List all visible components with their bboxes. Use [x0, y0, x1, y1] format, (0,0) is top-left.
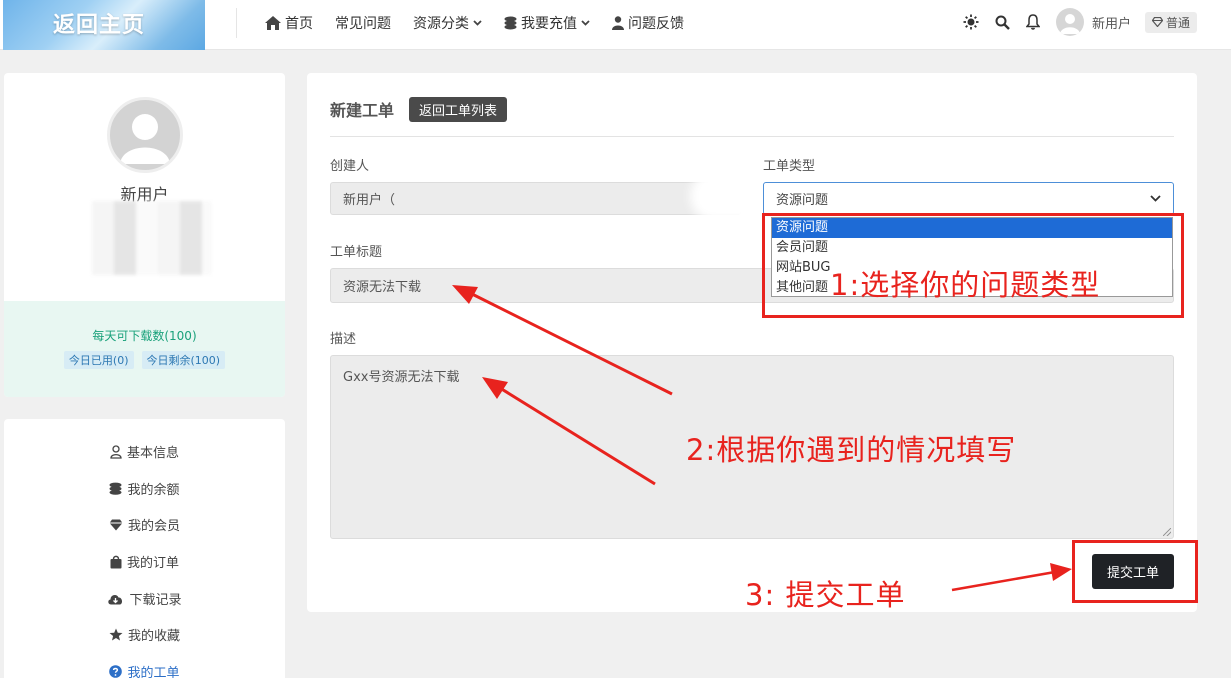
- question-circle-icon: [109, 665, 123, 678]
- cloud-download-icon: [108, 594, 123, 604]
- nav-faq-label: 常见问题: [335, 16, 391, 32]
- quota-remaining-badge: 今日剩余(100): [141, 351, 226, 369]
- nav-feedback-label: 问题反馈: [628, 16, 684, 32]
- nav-faq[interactable]: 常见问题: [335, 13, 391, 33]
- annotation-box-submit: [1072, 540, 1198, 603]
- creator-value: 新用户（: [343, 193, 396, 208]
- avatar[interactable]: [107, 97, 183, 173]
- nav-divider: [236, 8, 237, 38]
- top-nav: 返回主页 首页 常见问题 资源分类 我要充值 问题反馈 新用户 普通: [0, 0, 1231, 50]
- menu-label: 基本信息: [126, 446, 179, 461]
- user-menu: 基本信息 我的余额 我的会员 我的订单 下载记录 我的收藏 我的工单: [4, 419, 285, 678]
- profile-card: 新用户 每天可下载数(100) 今日已用(0) 今日剩余(100): [4, 73, 285, 397]
- quota-daily: 每天可下载数(100): [92, 329, 197, 343]
- main-nav: 首页 常见问题 资源分类 我要充值 问题反馈: [265, 0, 684, 46]
- annotation-step3: 3: 提交工单: [745, 578, 906, 612]
- resize-handle[interactable]: [1163, 528, 1171, 536]
- ticket-type-select[interactable]: 资源问题: [763, 182, 1174, 215]
- menu-item-membership[interactable]: 我的会员: [4, 515, 285, 534]
- ticket-type-label: 工单类型: [763, 159, 816, 174]
- nav-right: 新用户 普通: [963, 0, 1197, 44]
- menu-item-basic-info[interactable]: 基本信息: [4, 442, 285, 461]
- menu-item-downloads[interactable]: 下载记录: [4, 589, 285, 608]
- theme-toggle-icon[interactable]: [963, 14, 980, 31]
- nav-categories[interactable]: 资源分类: [413, 13, 482, 33]
- description-label: 描述: [330, 332, 357, 347]
- avatar[interactable]: [1055, 8, 1084, 36]
- vip-badge: 普通: [1144, 11, 1197, 33]
- redacted-info: [92, 201, 212, 275]
- menu-label: 我的余额: [127, 483, 180, 498]
- chevron-down-icon: [1150, 195, 1161, 202]
- ticket-type-value: 资源问题: [776, 193, 829, 208]
- vip-label: 普通: [1165, 15, 1190, 30]
- user-icon: [612, 16, 624, 30]
- subject-value: 资源无法下载: [343, 280, 422, 295]
- nav-feedback[interactable]: 问题反馈: [612, 13, 684, 33]
- chevron-down-icon: [473, 20, 482, 26]
- nav-username[interactable]: 新用户: [1092, 13, 1131, 32]
- coins-icon: [504, 16, 517, 30]
- user-outline-icon: [110, 444, 122, 459]
- menu-label: 我的收藏: [127, 629, 180, 644]
- nav-home-label: 首页: [285, 16, 313, 32]
- back-to-ticket-list-button[interactable]: 返回工单列表: [409, 97, 508, 122]
- menu-item-balance[interactable]: 我的余额: [4, 479, 285, 498]
- annotation-step1: 1:选择你的问题类型: [830, 268, 1101, 302]
- creator-label: 创建人: [330, 159, 370, 174]
- nav-home[interactable]: 首页: [265, 13, 313, 33]
- menu-label: 我的工单: [127, 666, 180, 678]
- quota-used-badge: 今日已用(0): [63, 351, 134, 369]
- menu-label: 我的会员: [127, 519, 180, 534]
- nav-recharge-label: 我要充值: [521, 16, 577, 32]
- bell-icon[interactable]: [1025, 14, 1042, 31]
- menu-label: 下载记录: [129, 593, 182, 608]
- nav-categories-label: 资源分类: [413, 16, 469, 32]
- description-value: Gxx号资源无法下载: [343, 370, 460, 385]
- search-icon[interactable]: [994, 14, 1011, 31]
- divider: [330, 136, 1174, 137]
- menu-item-orders[interactable]: 我的订单: [4, 552, 285, 571]
- nav-recharge[interactable]: 我要充值: [504, 13, 590, 33]
- creator-field: 新用户（: [330, 182, 741, 215]
- menu-item-favorites[interactable]: 我的收藏: [4, 625, 285, 644]
- coins-icon: [109, 482, 122, 495]
- menu-label: 我的订单: [126, 556, 179, 571]
- diamond-icon: [1151, 17, 1163, 27]
- home-logo-link[interactable]: 返回主页: [3, 0, 205, 50]
- page-title: 新建工单: [330, 101, 395, 120]
- star-icon: [109, 628, 123, 641]
- annotation-step2: 2:根据你遇到的情况填写: [686, 433, 1017, 467]
- subject-label: 工单标题: [330, 245, 383, 260]
- home-icon: [265, 16, 281, 30]
- new-ticket-panel: 新建工单 返回工单列表 创建人 新用户（ 工单类型 资源问题 工单标题 资源无法…: [307, 73, 1197, 612]
- menu-item-tickets[interactable]: 我的工单: [4, 662, 285, 678]
- chevron-down-icon: [581, 20, 590, 26]
- quota-tags: 今日已用(0) 今日剩余(100): [4, 351, 285, 369]
- bag-icon: [110, 555, 122, 568]
- download-quota: 每天可下载数(100) 今日已用(0) 今日剩余(100): [4, 301, 285, 397]
- diamond-icon: [109, 519, 123, 530]
